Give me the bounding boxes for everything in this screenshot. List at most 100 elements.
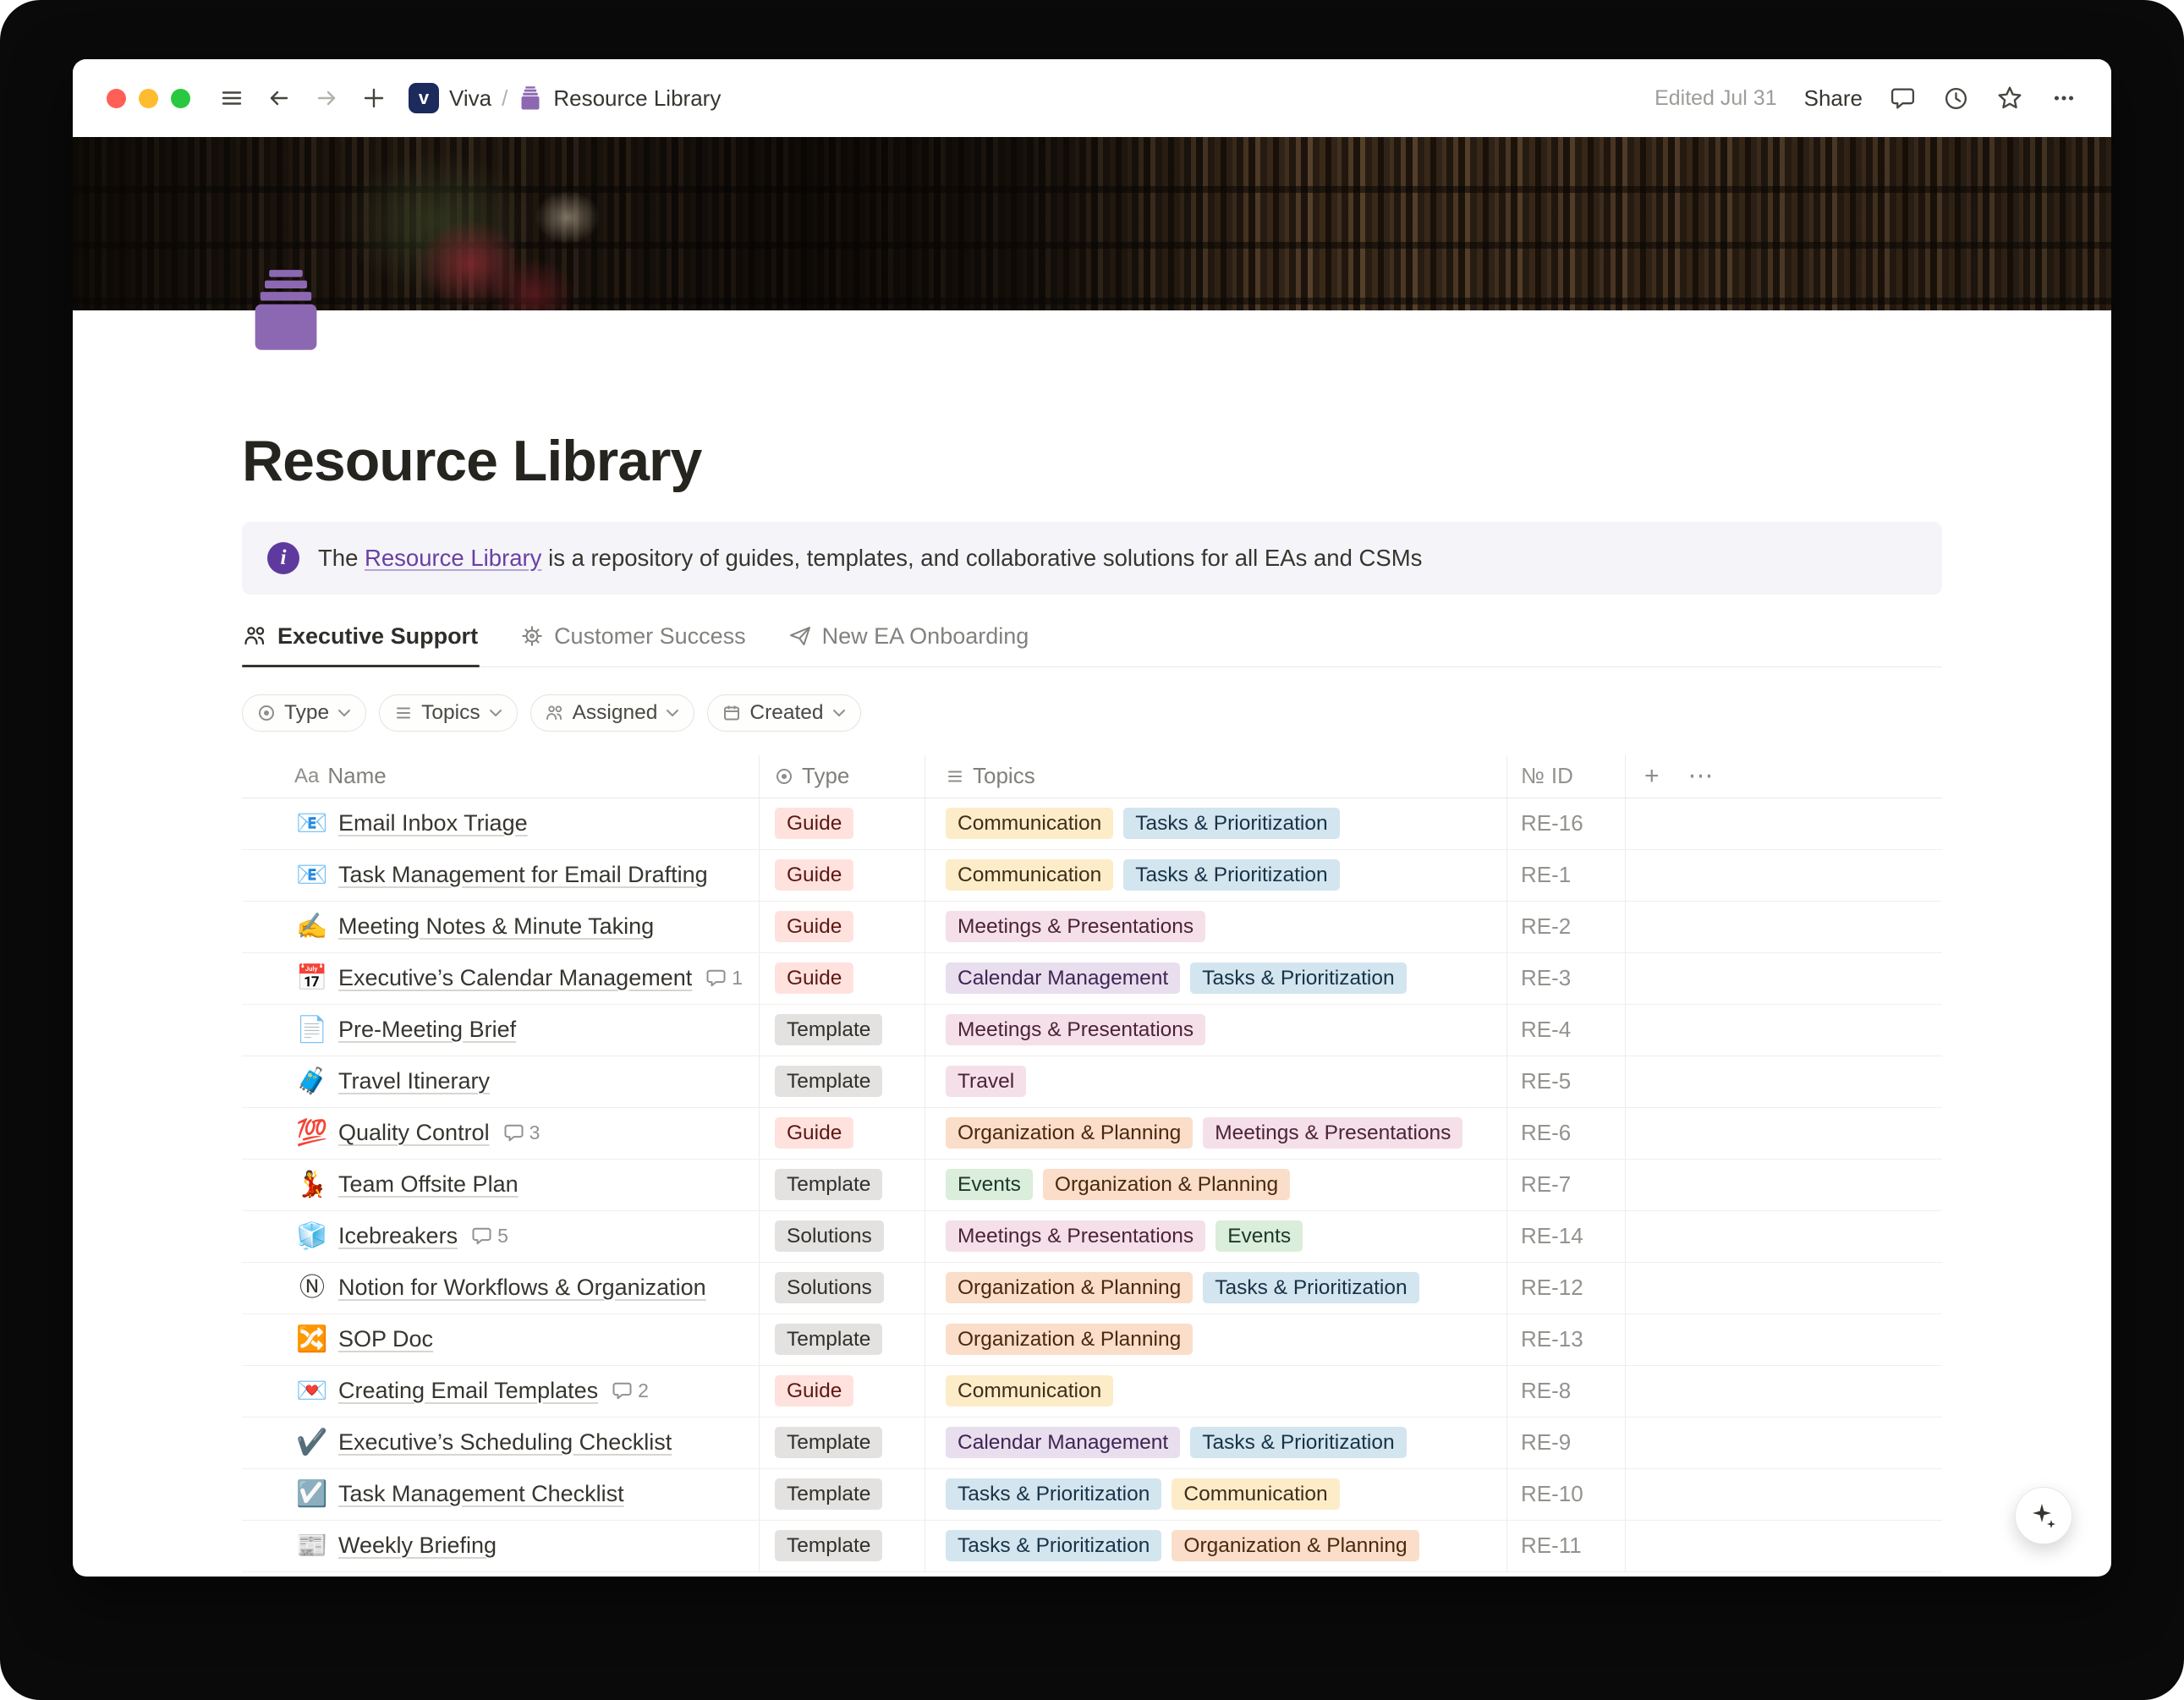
tab-new-ea-onboarding[interactable]: New EA Onboarding <box>787 622 1031 666</box>
back-icon[interactable] <box>266 85 292 111</box>
breadcrumb-page[interactable]: Resource Library <box>553 85 721 112</box>
table-row[interactable]: 🧊Icebreakers5SolutionsMeetings & Present… <box>242 1211 1942 1263</box>
tag-tasks-prioritization[interactable]: Tasks & Prioritization <box>1123 808 1339 839</box>
filter-topics[interactable]: Topics <box>379 694 517 732</box>
tag-tasks-prioritization[interactable]: Tasks & Prioritization <box>1203 1272 1419 1303</box>
page-link[interactable]: Team Offsite Plan <box>338 1171 519 1198</box>
tag-calendar-management[interactable]: Calendar Management <box>946 962 1180 994</box>
tag-meetings-presentations[interactable]: Meetings & Presentations <box>1203 1117 1462 1149</box>
page-link[interactable]: Icebreakers <box>338 1223 458 1249</box>
tag-meetings-presentations[interactable]: Meetings & Presentations <box>946 911 1205 942</box>
favorite-star-icon[interactable] <box>1996 85 2023 112</box>
tag-communication[interactable]: Communication <box>946 859 1113 891</box>
tag-tasks-prioritization[interactable]: Tasks & Prioritization <box>1190 962 1406 994</box>
tag-template[interactable]: Template <box>775 1427 882 1458</box>
tag-template[interactable]: Template <box>775 1066 882 1097</box>
tag-tasks-prioritization[interactable]: Tasks & Prioritization <box>946 1530 1161 1561</box>
page-link[interactable]: Travel Itinerary <box>338 1068 490 1094</box>
filter-created[interactable]: Created <box>707 694 860 732</box>
tag-guide[interactable]: Guide <box>775 962 853 994</box>
column-header-topics[interactable]: Topics <box>925 755 1507 798</box>
tag-communication[interactable]: Communication <box>946 1375 1113 1407</box>
tag-template[interactable]: Template <box>775 1169 882 1200</box>
close-window-button[interactable] <box>107 89 126 108</box>
tab-executive-support[interactable]: Executive Support <box>242 622 480 666</box>
page-link[interactable]: Notion for Workflows & Organization <box>338 1275 706 1301</box>
tag-template[interactable]: Template <box>775 1478 882 1510</box>
tag-tasks-prioritization[interactable]: Tasks & Prioritization <box>1190 1427 1406 1458</box>
filter-type[interactable]: Type <box>242 694 366 732</box>
table-row[interactable]: ⓃNotion for Workflows & OrganizationSolu… <box>242 1263 1942 1314</box>
tab-customer-success[interactable]: Customer Success <box>519 622 748 666</box>
tag-solutions[interactable]: Solutions <box>775 1220 884 1252</box>
column-header-id[interactable]: № ID <box>1507 755 1626 798</box>
page-link[interactable]: Task Management for Email Drafting <box>338 862 708 888</box>
tag-guide[interactable]: Guide <box>775 859 853 891</box>
tag-meetings-presentations[interactable]: Meetings & Presentations <box>946 1014 1205 1045</box>
tag-events[interactable]: Events <box>1215 1220 1303 1252</box>
table-row[interactable]: 📧Task Management for Email DraftingGuide… <box>242 850 1942 902</box>
tag-template[interactable]: Template <box>775 1530 882 1561</box>
page-link[interactable]: SOP Doc <box>338 1326 433 1352</box>
tag-communication[interactable]: Communication <box>946 808 1113 839</box>
table-more-options-icon[interactable]: ⋯ <box>1688 764 1714 789</box>
new-page-icon[interactable] <box>361 85 387 111</box>
table-row[interactable]: 📰Weekly BriefingTemplateTasks & Prioriti… <box>242 1521 1942 1572</box>
table-row[interactable]: 📧Email Inbox TriageGuideCommunicationTas… <box>242 798 1942 850</box>
tag-travel[interactable]: Travel <box>946 1066 1026 1097</box>
page-link[interactable]: Pre-Meeting Brief <box>338 1017 516 1043</box>
tag-tasks-prioritization[interactable]: Tasks & Prioritization <box>1123 859 1339 891</box>
page-link[interactable]: Meeting Notes & Minute Taking <box>338 913 654 940</box>
table-row[interactable]: 💌Creating Email Templates2GuideCommunica… <box>242 1366 1942 1418</box>
tag-template[interactable]: Template <box>775 1324 882 1355</box>
tag-meetings-presentations[interactable]: Meetings & Presentations <box>946 1220 1205 1252</box>
table-row[interactable]: 💯Quality Control3GuideOrganization & Pla… <box>242 1108 1942 1160</box>
callout-page-link[interactable]: Resource Library <box>365 545 541 571</box>
tag-organization-planning[interactable]: Organization & Planning <box>946 1324 1193 1355</box>
tag-guide[interactable]: Guide <box>775 808 853 839</box>
page-link[interactable]: Email Inbox Triage <box>338 810 528 836</box>
tag-template[interactable]: Template <box>775 1014 882 1045</box>
table-row[interactable]: 📄Pre-Meeting BriefTemplateMeetings & Pre… <box>242 1005 1942 1056</box>
comment-count-badge[interactable]: 2 <box>612 1379 649 1402</box>
tag-communication[interactable]: Communication <box>1172 1478 1339 1510</box>
workspace-logo[interactable]: v <box>409 83 439 113</box>
breadcrumb-workspace[interactable]: Viva <box>449 85 491 112</box>
tag-organization-planning[interactable]: Organization & Planning <box>1172 1530 1419 1561</box>
zoom-window-button[interactable] <box>171 89 190 108</box>
table-row[interactable]: ✍️Meeting Notes & Minute TakingGuideMeet… <box>242 902 1942 953</box>
page-link[interactable]: Executive’s Calendar Management <box>338 965 692 991</box>
page-link[interactable]: Creating Email Templates <box>338 1378 598 1404</box>
table-row[interactable]: 🔀SOP DocTemplateOrganization & PlanningR… <box>242 1314 1942 1366</box>
column-header-name[interactable]: Aa Name <box>242 755 760 798</box>
tag-events[interactable]: Events <box>946 1169 1033 1200</box>
table-row[interactable]: 📅Executive’s Calendar Management1GuideCa… <box>242 953 1942 1005</box>
add-column-button[interactable]: + <box>1644 764 1660 789</box>
table-row[interactable]: ✔️Executive’s Scheduling ChecklistTempla… <box>242 1418 1942 1469</box>
page-link[interactable]: Executive’s Scheduling Checklist <box>338 1429 672 1456</box>
table-row[interactable]: ☑️Task Management ChecklistTemplateTasks… <box>242 1469 1942 1521</box>
page-link[interactable]: Weekly Briefing <box>338 1533 497 1559</box>
tag-guide[interactable]: Guide <box>775 1117 853 1149</box>
comment-count-badge[interactable]: 1 <box>705 967 743 990</box>
column-header-type[interactable]: Type <box>760 755 925 798</box>
page-archive-icon-large[interactable] <box>242 266 330 354</box>
page-link[interactable]: Quality Control <box>338 1120 490 1146</box>
tag-organization-planning[interactable]: Organization & Planning <box>946 1272 1193 1303</box>
tag-solutions[interactable]: Solutions <box>775 1272 884 1303</box>
comment-count-badge[interactable]: 3 <box>503 1121 541 1144</box>
tag-guide[interactable]: Guide <box>775 1375 853 1407</box>
table-row[interactable]: 🧳Travel ItineraryTemplateTravelRE-5 <box>242 1056 1942 1108</box>
more-options-icon[interactable] <box>2050 85 2077 112</box>
updates-clock-icon[interactable] <box>1943 85 1969 112</box>
tag-tasks-prioritization[interactable]: Tasks & Prioritization <box>946 1478 1161 1510</box>
sidebar-menu-icon[interactable] <box>219 85 244 111</box>
minimize-window-button[interactable] <box>139 89 158 108</box>
forward-icon[interactable] <box>314 85 339 111</box>
ai-assistant-button[interactable] <box>2015 1487 2072 1544</box>
tag-organization-planning[interactable]: Organization & Planning <box>946 1117 1193 1149</box>
table-row[interactable]: 💃Team Offsite PlanTemplateEventsOrganiza… <box>242 1160 1942 1211</box>
comments-icon[interactable] <box>1890 85 1916 112</box>
tag-calendar-management[interactable]: Calendar Management <box>946 1427 1180 1458</box>
tag-guide[interactable]: Guide <box>775 911 853 942</box>
